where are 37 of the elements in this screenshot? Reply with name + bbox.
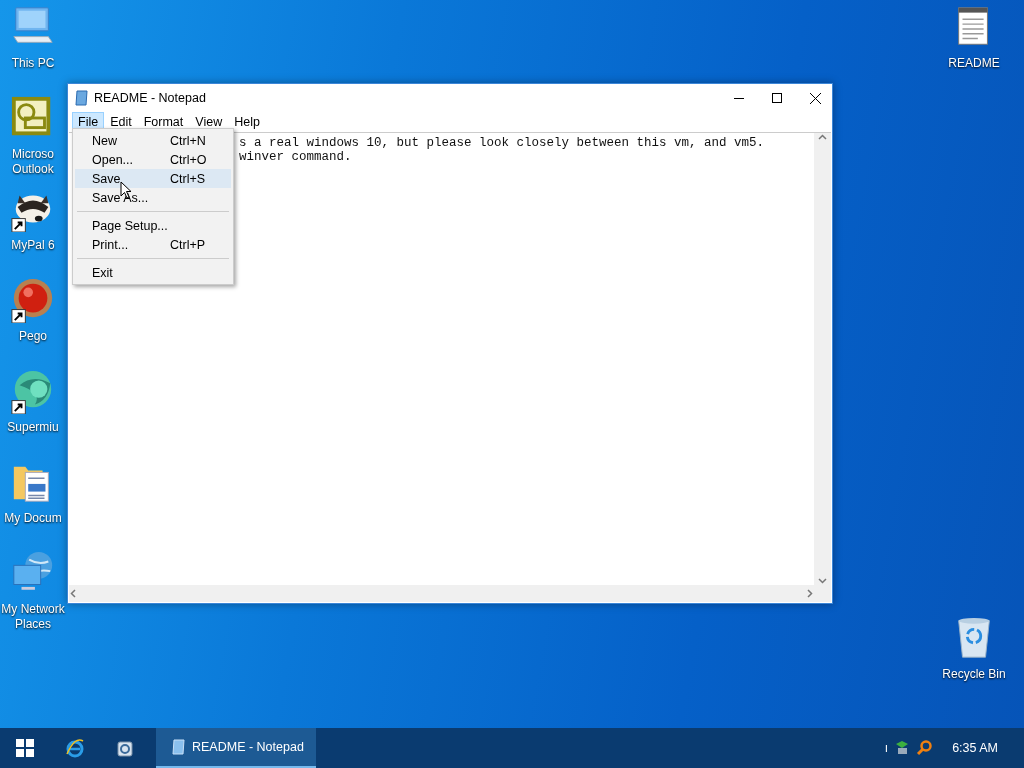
icon-label: Recycle Bin	[942, 667, 1006, 682]
icon-label: MyPal 6	[11, 238, 55, 253]
windows-logo-icon	[16, 739, 34, 757]
vertical-scrollbar[interactable]	[814, 133, 831, 585]
menu-option[interactable]: Page Setup...	[75, 216, 231, 235]
icon-label: README	[948, 56, 1000, 71]
scroll-up-icon[interactable]	[818, 133, 827, 142]
menu-option[interactable]: Save Ctrl+S	[75, 169, 231, 188]
maximize-icon	[772, 93, 782, 103]
scroll-down-icon[interactable]	[818, 576, 827, 585]
text-line: s a real windows 10, but please look closely between this vm, and vm5.	[239, 136, 766, 150]
notepad-icon	[74, 90, 90, 106]
icon-label: My Docum	[4, 511, 62, 526]
horizontal-scrollbar[interactable]	[69, 585, 814, 602]
menu-item[interactable]: Format	[137, 112, 190, 132]
text-line: winver command.	[239, 150, 353, 164]
menu-item[interactable]: Edit	[104, 112, 138, 132]
menu-option[interactable]: Print... Ctrl+P	[75, 235, 231, 254]
menu-item[interactable]: Help	[228, 112, 266, 132]
window-title: README - Notepad	[94, 91, 207, 105]
menu-option[interactable]: Exit	[75, 263, 231, 282]
tray-text: ı	[884, 741, 889, 755]
menu-option[interactable]: Open... Ctrl+O	[75, 150, 231, 169]
scroll-right-icon[interactable]	[805, 589, 814, 598]
scroll-left-icon[interactable]	[69, 589, 78, 598]
menu-option[interactable]: New Ctrl+N	[75, 131, 231, 150]
close-icon	[809, 92, 821, 104]
icon-label: This PC	[11, 56, 55, 71]
menu-item[interactable]: View	[189, 112, 229, 132]
icon-label: My Network Places	[1, 602, 65, 632]
search-icon[interactable]	[916, 740, 933, 756]
clock: 6:35 AM	[952, 741, 998, 755]
taskbar-button[interactable]: README - Notepad	[156, 728, 316, 768]
notepad-icon	[172, 739, 186, 755]
icon-label: Pego	[19, 329, 47, 344]
icon-label: Supermiu	[7, 420, 59, 435]
icon-label: Microso Outlook	[12, 147, 54, 177]
